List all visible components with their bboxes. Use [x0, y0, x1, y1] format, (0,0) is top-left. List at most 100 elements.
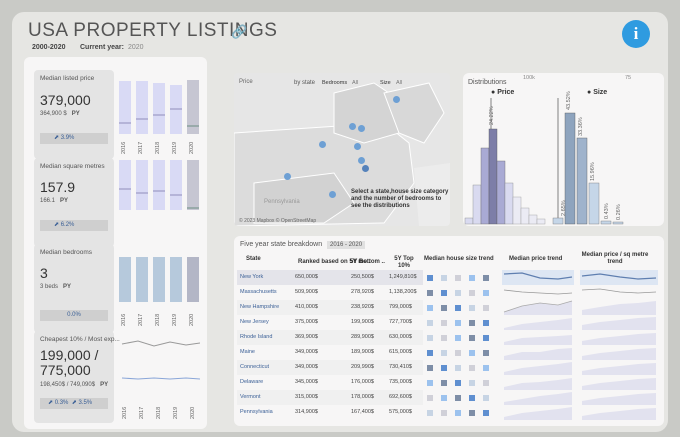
- bedrooms-filter[interactable]: All: [352, 80, 358, 87]
- distributions-panel[interactable]: Distributions 100k 75 ● Price ● Size 24.…: [463, 73, 664, 226]
- kpi-extremes-lines[interactable]: [120, 332, 200, 382]
- size-pct-label: 0.26%: [616, 204, 622, 220]
- trend-square: [483, 365, 489, 371]
- map-pin[interactable]: [319, 141, 326, 148]
- kpi-py: 198,450$ / 749,090$ PY: [40, 382, 109, 388]
- current-year-value[interactable]: 2020: [128, 44, 144, 51]
- trend-square: [441, 320, 447, 326]
- kpi-card-cheapest-most-expensive[interactable]: Cheapest 10% / Most exp... 199,000 / 775…: [34, 331, 120, 423]
- trend-square: [483, 290, 489, 296]
- kpi-change-badge: ⬈ 6.2%: [40, 220, 108, 231]
- col-header[interactable]: Median price trend: [509, 256, 562, 263]
- map-pin[interactable]: [393, 96, 400, 103]
- trend-square: [455, 305, 461, 311]
- trend-square: [441, 275, 447, 281]
- kpi-card-price[interactable]: Median listed price 379,000 364,900 $ PY …: [34, 70, 114, 159]
- col-header[interactable]: State: [246, 256, 261, 263]
- map-pin[interactable]: [362, 165, 369, 172]
- trend-square: [469, 365, 475, 371]
- info-icon[interactable]: i: [622, 20, 650, 48]
- trend-square: [469, 380, 475, 386]
- trend-square: [483, 395, 489, 401]
- trend-square: [427, 365, 433, 371]
- size-filter[interactable]: All: [396, 80, 402, 87]
- table-row[interactable]: Connecticut 349,000$ 209,990$ 730,410$: [237, 360, 423, 375]
- col-header[interactable]: 5Y Top 10%: [389, 256, 419, 270]
- map-pin[interactable]: [284, 173, 291, 180]
- trend-square: [455, 410, 461, 416]
- trend-square: [483, 350, 489, 356]
- table-row[interactable]: Massachusetts 509,900$ 278,920$ 1,138,200$: [237, 285, 423, 300]
- map-price-label: Price: [239, 79, 253, 85]
- trend-icon: ⬈: [54, 222, 61, 228]
- map-pin[interactable]: [358, 125, 365, 132]
- kpi-price-bars[interactable]: 2016 2017 2018 2019 2020: [116, 70, 199, 159]
- state-map[interactable]: Price by state Bedrooms All Size All Pen…: [234, 73, 450, 226]
- trend-square: [469, 410, 475, 416]
- table-row[interactable]: New York 650,000$ 250,500$ 1,249,810$: [237, 270, 423, 285]
- map-hint: Select a state,house size category and t…: [351, 189, 449, 209]
- map-place-label: Pennsylvania: [264, 199, 300, 205]
- size-pct-label: 33.36%: [578, 117, 584, 136]
- trend-icon: ⬈: [48, 400, 55, 406]
- table-row[interactable]: New Jersey 375,000$ 199,900$ 727,700$: [237, 315, 423, 330]
- trend-square: [483, 335, 489, 341]
- table-row[interactable]: Pennsylvania 314,900$ 167,400$ 575,000$: [237, 405, 423, 420]
- current-year-label: Current year:: [80, 44, 124, 51]
- trend-square: [455, 380, 461, 386]
- map-pin[interactable]: [349, 123, 356, 130]
- map-pin[interactable]: [354, 143, 361, 150]
- trend-square: [469, 335, 475, 341]
- table-row[interactable]: Rhode Island 369,900$ 289,900$ 630,000$: [237, 330, 423, 345]
- table-range[interactable]: 2016 - 2020: [327, 241, 366, 249]
- col-header[interactable]: 5Y Bottom ..: [350, 259, 385, 266]
- dashboard: USA PROPERTY LISTINGS 🔗 2000-2020 Curren…: [12, 12, 668, 432]
- kpi-card-bedrooms[interactable]: Median bedrooms 3 3 beds PY 0.0%: [34, 244, 114, 333]
- price-trend-sparklines: [502, 270, 574, 420]
- kpi-change-badge: ⬈ 3.9%: [40, 133, 108, 144]
- kpi-label: Median bedrooms: [40, 249, 93, 256]
- trend-square: [427, 275, 433, 281]
- kpi-label: Median square metres: [40, 163, 105, 170]
- link-icon[interactable]: 🔗: [231, 24, 247, 40]
- trend-square: [441, 410, 447, 416]
- trend-square: [469, 395, 475, 401]
- size-filter-label: Size: [380, 80, 391, 86]
- trend-square: [441, 335, 447, 341]
- kpi-value: 379,000: [40, 92, 91, 108]
- trend-square: [427, 320, 433, 326]
- trend-square: [455, 320, 461, 326]
- trend-square: [441, 365, 447, 371]
- bedrooms-filter-label: Bedrooms: [322, 80, 348, 86]
- trend-square: [455, 365, 461, 371]
- map-pin[interactable]: [329, 191, 336, 198]
- trend-square: [441, 395, 447, 401]
- trend-square: [441, 350, 447, 356]
- trend-square: [455, 350, 461, 356]
- size-pct-label: 2.65%: [561, 200, 567, 216]
- trend-square: [441, 380, 447, 386]
- kpi-card-size[interactable]: Median square metres 157.9 166.1 PY ⬈ 6.2…: [34, 158, 114, 247]
- trend-square: [455, 335, 461, 341]
- price-peak-label: 24.22%: [489, 106, 495, 125]
- trend-square: [455, 290, 461, 296]
- col-header[interactable]: Median price / sq metre trend: [576, 252, 654, 266]
- kpi-value: 3: [40, 265, 48, 281]
- price-per-sqm-trend-sparklines: [580, 270, 658, 420]
- kpi-size-bars[interactable]: [116, 158, 199, 247]
- table-row[interactable]: Maine 349,000$ 189,900$ 615,000$: [237, 345, 423, 360]
- trend-square: [427, 410, 433, 416]
- trend-square: [483, 410, 489, 416]
- map-copyright: © 2023 Mapbox © OpenStreetMap: [239, 218, 317, 224]
- kpi-py: 3 beds PY: [40, 284, 72, 290]
- trend-square: [469, 320, 475, 326]
- table-row[interactable]: Vermont 315,000$ 178,000$ 692,600$: [237, 390, 423, 405]
- col-header[interactable]: Median house size trend: [424, 256, 494, 263]
- table-row[interactable]: New Hampshire 410,000$ 238,920$ 799,000$: [237, 300, 423, 315]
- kpi-bedrooms-bars[interactable]: 2016 2017 2018 2019 2020: [116, 244, 199, 333]
- kpi-py: 364,900 $ PY: [40, 111, 80, 117]
- table-row[interactable]: Delaware 345,000$ 176,000$ 735,000$: [237, 375, 423, 390]
- map-pin[interactable]: [358, 157, 365, 164]
- trend-square: [441, 305, 447, 311]
- map-by-state-label: by state: [294, 80, 316, 86]
